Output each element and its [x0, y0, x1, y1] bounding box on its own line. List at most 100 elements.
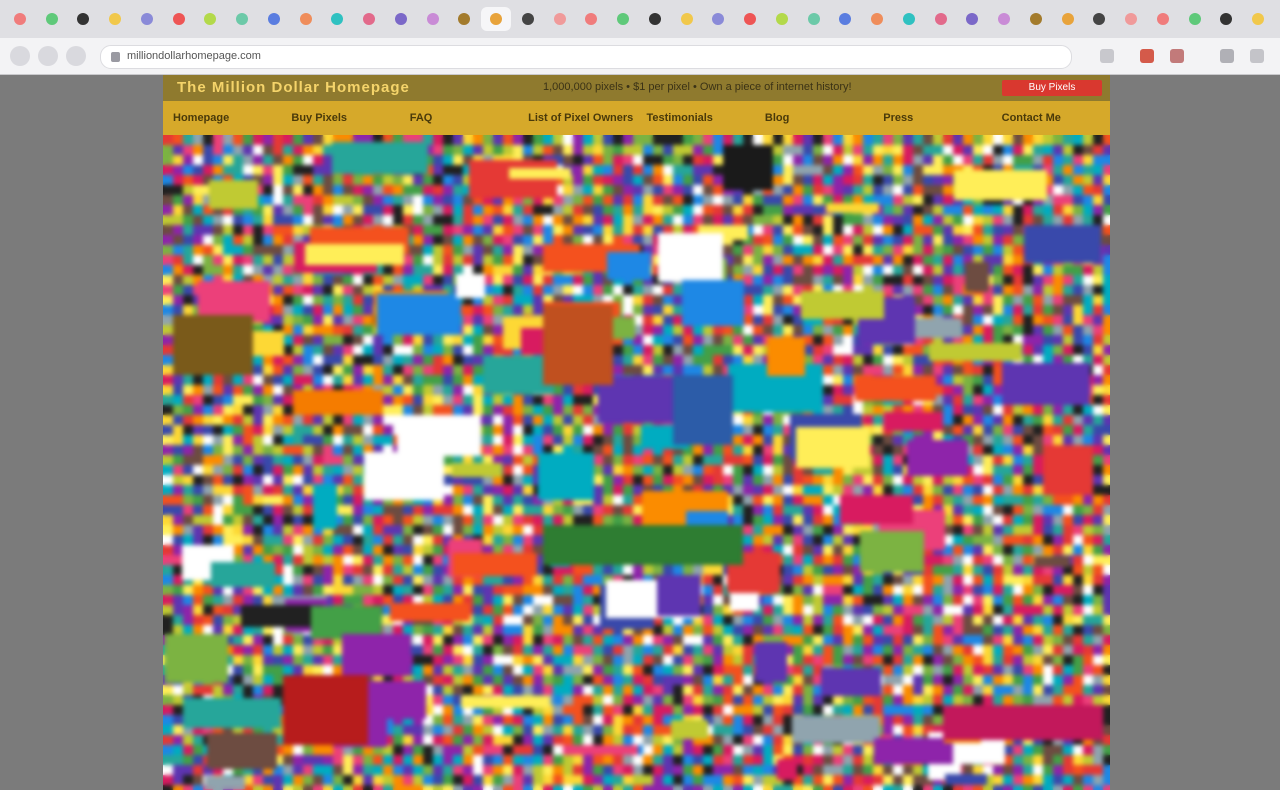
favicon-icon: [553, 13, 566, 25]
browser-tab[interactable]: [704, 7, 734, 31]
menu-item[interactable]: List of Pixel Owners: [528, 109, 633, 127]
favicon-icon: [1125, 13, 1138, 25]
favicon-icon: [1156, 13, 1169, 25]
browser-tab[interactable]: [450, 7, 480, 31]
extension-icon[interactable]: [1170, 49, 1184, 63]
site-title[interactable]: The Million Dollar Homepage: [177, 79, 410, 96]
browser-tab[interactable]: [1212, 7, 1242, 31]
browser-tab[interactable]: [323, 7, 353, 31]
page-background-left: [0, 75, 163, 790]
favicon-icon: [902, 13, 915, 25]
browser-tab[interactable]: [672, 7, 702, 31]
browser-tab[interactable]: [37, 7, 67, 31]
tab-strip: [0, 0, 1280, 38]
menu-item[interactable]: Buy Pixels: [291, 109, 347, 127]
reload-button[interactable]: [66, 46, 86, 66]
browser-tab[interactable]: [259, 7, 289, 31]
profile-icon[interactable]: [1220, 49, 1234, 63]
pixel-ad-grid[interactable]: [163, 135, 1110, 790]
menu-item[interactable]: Blog: [765, 109, 789, 127]
browser-tab[interactable]: [799, 7, 829, 31]
browser-tab[interactable]: [1148, 7, 1178, 31]
favicon-icon: [331, 13, 344, 25]
favicon-icon: [267, 13, 280, 25]
page-background-right: [1110, 75, 1280, 790]
favicon-icon: [140, 13, 153, 25]
browser-tab[interactable]: [1180, 7, 1210, 31]
favicon-icon: [521, 13, 534, 25]
extension-icon[interactable]: [1140, 49, 1154, 63]
browser-tab[interactable]: [196, 7, 226, 31]
favicon-icon: [1093, 13, 1106, 25]
favicon-icon: [871, 13, 884, 25]
browser-tab[interactable]: [513, 7, 543, 31]
browser-tab[interactable]: [926, 7, 956, 31]
browser-tab[interactable]: [894, 7, 924, 31]
browser-tab[interactable]: [608, 7, 638, 31]
browser-tab[interactable]: [69, 7, 99, 31]
favicon-icon: [775, 13, 788, 25]
browser-tab[interactable]: [640, 7, 670, 31]
browser-tab[interactable]: [291, 7, 321, 31]
bookmark-icon[interactable]: [1100, 49, 1114, 63]
browser-chrome: milliondollarhomepage.com: [0, 0, 1280, 75]
browser-toolbar: milliondollarhomepage.com: [0, 38, 1280, 74]
site-tagline: 1,000,000 pixels • $1 per pixel • Own a …: [543, 81, 852, 93]
browser-tab[interactable]: [100, 7, 130, 31]
favicon-icon: [680, 13, 693, 25]
site-menu: Homepage Buy Pixels FAQ List of Pixel Owner…: [163, 101, 1110, 135]
back-button[interactable]: [10, 46, 30, 66]
pixel-ad-canvas[interactable]: [163, 135, 1110, 790]
browser-tab[interactable]: [164, 7, 194, 31]
browser-tab[interactable]: [418, 7, 448, 31]
browser-tab[interactable]: [545, 7, 575, 31]
browser-tab[interactable]: [132, 7, 162, 31]
lock-icon: [111, 52, 120, 62]
menu-item[interactable]: Press: [883, 109, 913, 127]
favicon-icon: [13, 13, 26, 25]
favicon-icon: [204, 13, 217, 25]
favicon-icon: [744, 13, 757, 25]
favicon-icon: [426, 13, 439, 25]
favicon-icon: [934, 13, 947, 25]
browser-tab[interactable]: [1053, 7, 1083, 31]
browser-tab[interactable]: [767, 7, 797, 31]
menu-icon[interactable]: [1250, 49, 1264, 63]
browser-tab[interactable]: [1021, 7, 1051, 31]
browser-tab[interactable]: [354, 7, 384, 31]
favicon-icon: [1029, 13, 1042, 25]
favicon-icon: [998, 13, 1011, 25]
menu-item[interactable]: FAQ: [410, 109, 433, 127]
favicon-icon: [966, 13, 979, 25]
menu-item[interactable]: Testimonials: [647, 109, 713, 127]
browser-tab[interactable]: [1085, 7, 1115, 31]
browser-tab[interactable]: [735, 7, 765, 31]
browser-tab[interactable]: [958, 7, 988, 31]
forward-button[interactable]: [38, 46, 58, 66]
buy-pixels-button[interactable]: Buy Pixels: [1002, 80, 1102, 96]
favicon-icon: [1188, 13, 1201, 25]
browser-tab[interactable]: [862, 7, 892, 31]
browser-tab[interactable]: [831, 7, 861, 31]
favicon-icon: [172, 13, 185, 25]
browser-tab[interactable]: [989, 7, 1019, 31]
browser-tab[interactable]: [227, 7, 257, 31]
browser-tab[interactable]: [1116, 7, 1146, 31]
menu-item[interactable]: Homepage: [173, 109, 229, 127]
site-header: The Million Dollar Homepage 1,000,000 pi…: [163, 75, 1110, 101]
browser-tab[interactable]: [577, 7, 607, 31]
browser-tab[interactable]: [481, 7, 511, 31]
favicon-icon: [77, 13, 90, 25]
address-bar[interactable]: milliondollarhomepage.com: [100, 45, 1072, 69]
favicon-icon: [458, 13, 471, 25]
favicon-icon: [1252, 13, 1265, 25]
favicon-icon: [490, 13, 503, 25]
browser-tab[interactable]: [5, 7, 35, 31]
favicon-icon: [585, 13, 598, 25]
favicon-icon: [236, 13, 249, 25]
favicon-icon: [394, 13, 407, 25]
browser-tab[interactable]: [386, 7, 416, 31]
browser-tab[interactable]: [1243, 7, 1273, 31]
menu-item[interactable]: Contact Me: [1002, 109, 1061, 127]
favicon-icon: [45, 13, 58, 25]
